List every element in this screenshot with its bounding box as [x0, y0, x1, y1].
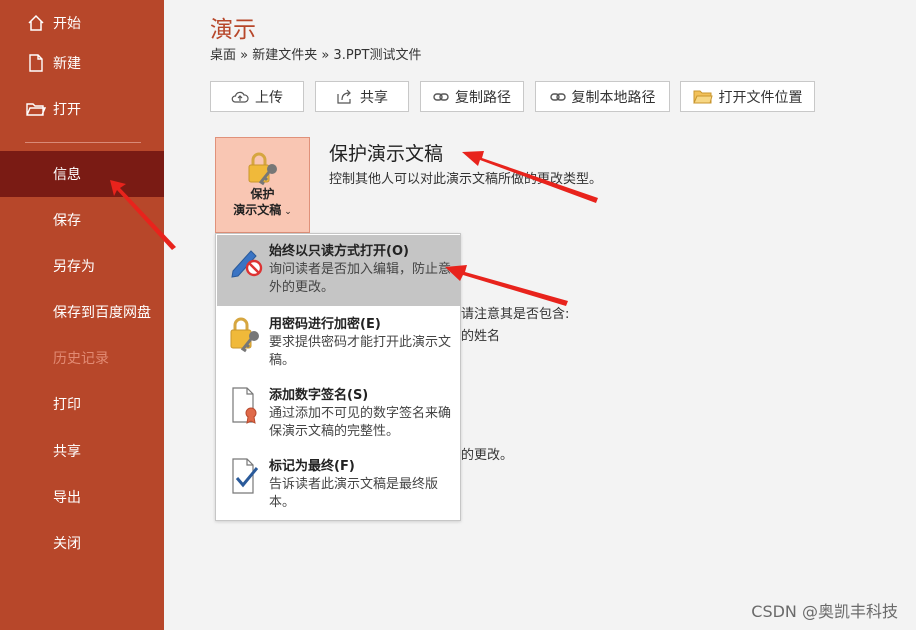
sidebar-divider: [25, 142, 141, 143]
protect-description: 控制其他人可以对此演示文稿所做的更改类型。: [329, 172, 603, 187]
signature-icon: [229, 385, 263, 425]
watermark: CSDN @奥凯丰科技: [751, 602, 898, 621]
menu-item-title: 添加数字签名(S): [269, 388, 369, 403]
protect-presentation-button[interactable]: 保护 演示文稿 ⌄: [215, 137, 310, 233]
menu-item-description: 通过添加不可见的数字签名来确保演示文稿的完整性。: [269, 406, 452, 439]
menu-item-title: 始终以只读方式打开(O): [269, 244, 409, 259]
sidebar-item-share[interactable]: 共享: [0, 428, 164, 474]
new-doc-icon: [25, 54, 47, 72]
share-label: 共享: [360, 89, 388, 106]
copy-path-label: 复制路径: [455, 89, 511, 106]
sidebar-item-export[interactable]: 导出: [0, 474, 164, 520]
open-file-location-button[interactable]: 打开文件位置: [680, 81, 815, 112]
sidebar-item-new[interactable]: 新建: [0, 40, 164, 86]
upload-cloud-icon: [231, 90, 249, 104]
share-button[interactable]: 共享: [315, 81, 409, 112]
lock-key-icon: [229, 314, 263, 354]
sidebar-item-label: 导出: [53, 490, 81, 506]
sidebar-item-label: 保存: [53, 213, 81, 229]
link-icon: [433, 92, 449, 102]
protect-tile-line1: 保护: [250, 187, 275, 201]
backstage-sidebar: 开始 新建 打开 信息 保存 另存为 保存到百度网盘 历史记录 打印 共享 导出…: [0, 0, 164, 630]
sidebar-item-info[interactable]: 信息: [0, 151, 164, 197]
home-icon: [25, 14, 47, 32]
breadcrumb: 桌面 » 新建文件夹 » 3.PPT测试文件: [210, 48, 422, 63]
sidebar-item-open[interactable]: 打开: [0, 86, 164, 132]
protect-dropdown-menu: 始终以只读方式打开(O) 询问读者是否加入编辑，防止意外的更改。 用密码进行加密…: [215, 233, 461, 521]
folder-icon: [692, 89, 713, 104]
hidden-text-fragment: 的更改。: [461, 448, 514, 463]
share-icon: [336, 89, 354, 105]
page-title: 演示: [210, 17, 256, 43]
pencil-no-icon: [229, 241, 263, 281]
menu-item-description: 要求提供密码才能打开此演示文稿。: [269, 335, 452, 368]
hidden-text-fragment: 请注意其是否包含:: [461, 307, 570, 322]
sidebar-item-label: 保存到百度网盘: [53, 305, 151, 321]
menu-item-title: 用密码进行加密(E): [269, 317, 381, 332]
menu-item-always-read-only[interactable]: 始终以只读方式打开(O) 询问读者是否加入编辑，防止意外的更改。: [217, 235, 461, 306]
upload-button[interactable]: 上传: [210, 81, 304, 112]
sidebar-item-save[interactable]: 保存: [0, 197, 164, 243]
sidebar-item-label: 打开: [53, 102, 81, 118]
menu-item-description: 告诉读者此演示文稿是最终版本。: [269, 477, 439, 510]
link-icon: [549, 92, 566, 102]
protect-tile-line2-wrap: 演示文稿 ⌄: [216, 202, 309, 220]
protect-tile-line2: 演示文稿: [233, 203, 282, 217]
sidebar-item-label: 共享: [53, 444, 81, 460]
protect-heading: 保护演示文稿: [329, 143, 444, 165]
sidebar-item-label: 历史记录: [53, 351, 109, 367]
copy-local-path-button[interactable]: 复制本地路径: [535, 81, 670, 112]
chevron-down-icon: ⌄: [284, 207, 292, 217]
lock-key-icon: [243, 150, 283, 186]
menu-item-encrypt-with-password[interactable]: 用密码进行加密(E) 要求提供密码才能打开此演示文稿。: [217, 308, 461, 379]
copy-local-path-label: 复制本地路径: [571, 89, 656, 106]
menu-item-add-digital-signature[interactable]: 添加数字签名(S) 通过添加不可见的数字签名来确保演示文稿的完整性。: [217, 379, 461, 450]
sidebar-item-label: 另存为: [53, 259, 95, 275]
hidden-text-fragment: 的姓名: [461, 329, 501, 344]
sidebar-item-label: 新建: [53, 56, 81, 72]
sidebar-item-print[interactable]: 打印: [0, 381, 164, 427]
upload-label: 上传: [255, 89, 283, 106]
sidebar-item-label: 关闭: [53, 536, 81, 552]
sidebar-item-save-to-baidu[interactable]: 保存到百度网盘: [0, 289, 164, 335]
sidebar-item-save-as[interactable]: 另存为: [0, 243, 164, 289]
menu-item-description: 询问读者是否加入编辑，防止意外的更改。: [269, 262, 452, 295]
menu-item-title: 标记为最终(F): [269, 459, 355, 474]
sidebar-item-close[interactable]: 关闭: [0, 520, 164, 566]
sidebar-item-history: 历史记录: [0, 335, 164, 381]
mark-final-icon: [229, 456, 263, 496]
open-file-location-label: 打开文件位置: [718, 89, 803, 106]
sidebar-item-label: 信息: [53, 167, 81, 183]
open-folder-icon: [25, 101, 47, 117]
menu-item-mark-as-final[interactable]: 标记为最终(F) 告诉读者此演示文稿是最终版本。: [217, 450, 461, 521]
copy-path-button[interactable]: 复制路径: [420, 81, 524, 112]
sidebar-item-label: 开始: [53, 16, 81, 32]
sidebar-item-label: 打印: [53, 397, 81, 413]
